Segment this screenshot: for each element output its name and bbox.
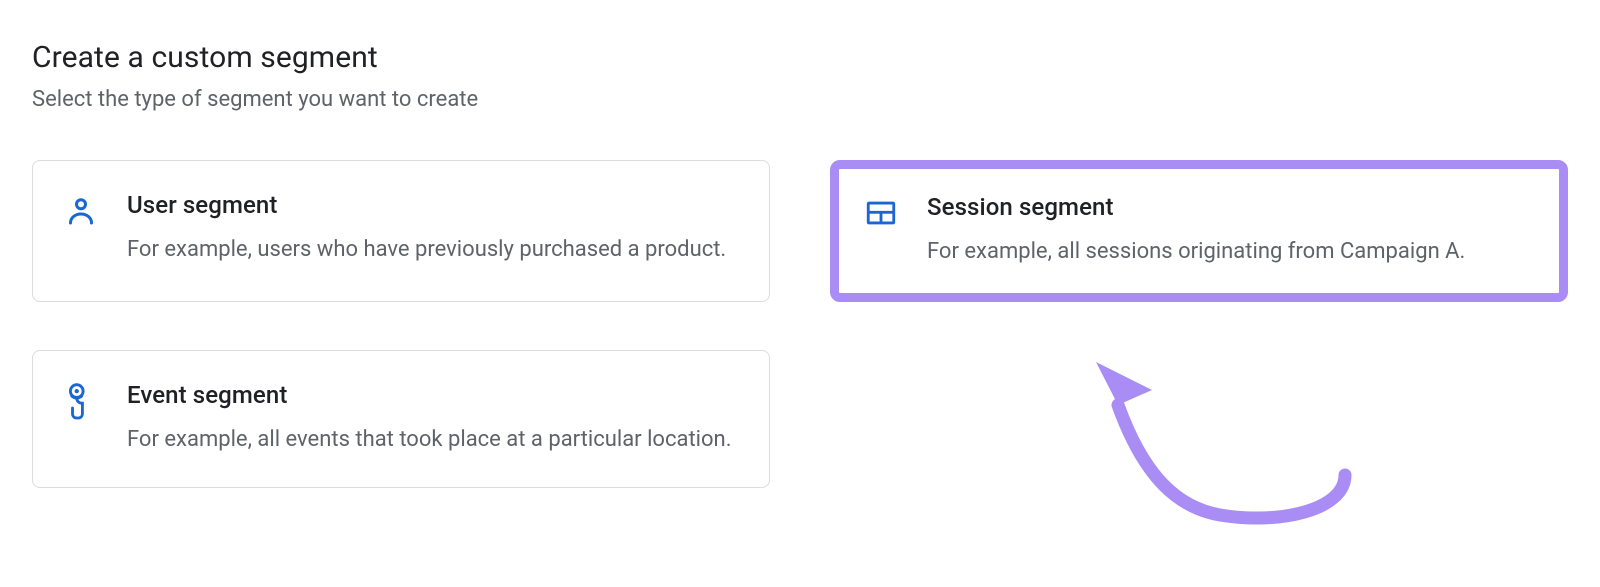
event-segment-card[interactable]: Event segment For example, all events th… [32, 350, 770, 488]
user-segment-card[interactable]: User segment For example, users who have… [32, 160, 770, 302]
user-icon [63, 193, 99, 229]
card-content: Event segment For example, all events th… [127, 381, 733, 457]
page-title: Create a custom segment [32, 40, 1568, 75]
page-subtitle: Select the type of segment you want to c… [32, 87, 1568, 112]
card-description: For example, users who have previously p… [127, 233, 733, 267]
card-content: Session segment For example, all session… [927, 193, 1529, 269]
session-icon [863, 195, 899, 231]
event-icon [63, 383, 99, 419]
card-description: For example, all sessions originating fr… [927, 235, 1529, 269]
card-title: User segment [127, 191, 733, 219]
card-title: Event segment [127, 381, 733, 409]
card-title: Session segment [927, 193, 1529, 221]
card-description: For example, all events that took place … [127, 423, 733, 457]
session-segment-card[interactable]: Session segment For example, all session… [830, 160, 1568, 302]
segment-cards-grid: User segment For example, users who have… [32, 160, 1568, 488]
card-content: User segment For example, users who have… [127, 191, 733, 267]
